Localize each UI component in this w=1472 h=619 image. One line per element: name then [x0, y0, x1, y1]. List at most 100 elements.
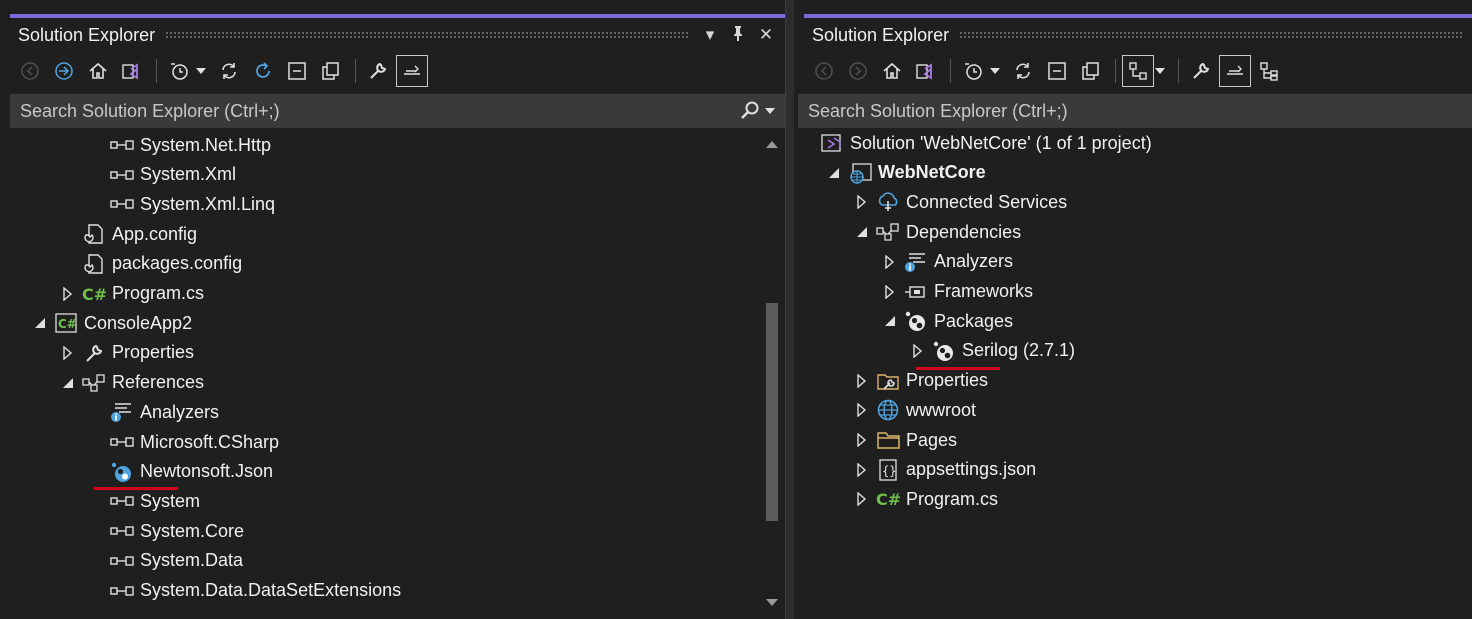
- forward-button[interactable]: [48, 55, 80, 87]
- tree-item[interactable]: {} appsettings.json: [798, 455, 1472, 485]
- drag-grip[interactable]: [959, 31, 1462, 39]
- window-menu-dropdown-icon[interactable]: ▾: [699, 25, 721, 46]
- svg-text:C#: C#: [82, 285, 106, 303]
- references-icon: [82, 372, 106, 394]
- tree-item[interactable]: C# Program.cs: [798, 484, 1472, 514]
- collapsed-arrow-icon[interactable]: [854, 194, 870, 210]
- expanded-arrow-icon[interactable]: [60, 375, 76, 391]
- panel-title-bar[interactable]: Solution Explorer: [804, 14, 1472, 52]
- search-icon[interactable]: [739, 100, 761, 122]
- tree-item[interactable]: Pages: [798, 425, 1472, 455]
- back-button[interactable]: [808, 55, 840, 87]
- expanded-arrow-icon[interactable]: [882, 313, 898, 329]
- switch-views-button[interactable]: [910, 55, 942, 87]
- tree-item[interactable]: Serilog (2.7.1): [798, 336, 1472, 366]
- tree-item[interactable]: System.Xml: [10, 160, 761, 190]
- collapsed-arrow-icon[interactable]: [882, 284, 898, 300]
- no-expander: [88, 404, 104, 420]
- tree-item[interactable]: App.config: [10, 219, 761, 249]
- collapsed-arrow-icon[interactable]: [60, 345, 76, 361]
- chevron-down-icon[interactable]: [191, 55, 211, 87]
- close-icon[interactable]: ✕: [755, 25, 777, 46]
- home-icon[interactable]: [82, 55, 114, 87]
- tree-item[interactable]: Properties: [798, 366, 1472, 396]
- tree-item[interactable]: C# ConsoleApp2: [10, 308, 761, 338]
- tree-item[interactable]: Packages: [798, 306, 1472, 336]
- tree-item[interactable]: System.Data: [10, 546, 761, 576]
- search-input[interactable]: Search Solution Explorer (Ctrl+;): [798, 101, 1472, 122]
- search-input[interactable]: Search Solution Explorer (Ctrl+;): [10, 101, 725, 122]
- analyzers-icon: i: [904, 251, 928, 273]
- sync-icon[interactable]: [213, 55, 245, 87]
- collapsed-arrow-icon[interactable]: [854, 373, 870, 389]
- preview-selected-items-icon[interactable]: [1219, 55, 1251, 87]
- pin-icon[interactable]: [727, 25, 749, 46]
- chevron-down-icon[interactable]: [985, 55, 1005, 87]
- tree-item[interactable]: packages.config: [10, 249, 761, 279]
- tree-item[interactable]: System: [10, 486, 761, 516]
- collapsed-arrow-icon[interactable]: [854, 402, 870, 418]
- class-diagram-icon[interactable]: [1253, 55, 1285, 87]
- expanded-arrow-icon[interactable]: [826, 165, 842, 181]
- show-all-files-icon[interactable]: [315, 55, 347, 87]
- web-project-icon: [848, 162, 872, 184]
- tree-item[interactable]: Solution 'WebNetCore' (1 of 1 project): [798, 131, 1472, 158]
- collapsed-arrow-icon[interactable]: [910, 343, 926, 359]
- tree-item[interactable]: WebNetCore: [798, 158, 1472, 188]
- collapsed-arrow-icon[interactable]: [854, 491, 870, 507]
- back-button[interactable]: [14, 55, 46, 87]
- no-expander: [88, 493, 104, 509]
- svg-text:C#: C#: [58, 317, 77, 331]
- tree-item-label: References: [112, 372, 205, 393]
- tree-item[interactable]: i Analyzers: [10, 397, 761, 427]
- tree-item[interactable]: i Analyzers: [798, 247, 1472, 277]
- chevron-down-icon[interactable]: [765, 108, 775, 114]
- expanded-arrow-icon[interactable]: [854, 224, 870, 240]
- tree-item[interactable]: System.Net.Http: [10, 131, 761, 160]
- tree-item-label: Analyzers: [140, 401, 220, 422]
- package-icon: [904, 310, 928, 332]
- vertical-scrollbar[interactable]: [763, 131, 781, 619]
- tree-item[interactable]: Connected Services: [798, 187, 1472, 217]
- collapse-all-icon[interactable]: [1041, 55, 1073, 87]
- refresh-icon[interactable]: [247, 55, 279, 87]
- tree-item[interactable]: C# Program.cs: [10, 279, 761, 309]
- expanded-arrow-icon[interactable]: [32, 315, 48, 331]
- framework-icon: [904, 281, 928, 303]
- collapsed-arrow-icon[interactable]: [854, 462, 870, 478]
- search-bar[interactable]: Search Solution Explorer (Ctrl+;): [10, 94, 785, 128]
- tree-item[interactable]: References: [10, 368, 761, 398]
- chevron-down-icon[interactable]: [1150, 55, 1170, 87]
- collapse-all-icon[interactable]: [281, 55, 313, 87]
- tree-item[interactable]: System.Core: [10, 516, 761, 546]
- tree-item[interactable]: Microsoft.CSharp: [10, 427, 761, 457]
- scrollbar-thumb[interactable]: [766, 303, 778, 521]
- package-icon: [932, 340, 956, 362]
- show-all-files-icon[interactable]: [1075, 55, 1107, 87]
- properties-wrench-icon[interactable]: [1185, 55, 1217, 87]
- tree-item[interactable]: System.Data.DataSetExtensions: [10, 576, 761, 606]
- collapsed-arrow-icon[interactable]: [60, 286, 76, 302]
- tree-item-label: Packages: [934, 310, 1014, 331]
- scroll-up-icon[interactable]: [765, 137, 779, 151]
- drag-grip[interactable]: [165, 31, 689, 39]
- panel-title-bar[interactable]: Solution Explorer ▾ ✕: [10, 14, 785, 52]
- properties-wrench-icon[interactable]: [362, 55, 394, 87]
- scroll-down-icon[interactable]: [765, 595, 779, 609]
- search-bar[interactable]: Search Solution Explorer (Ctrl+;): [798, 94, 1472, 128]
- switch-views-button[interactable]: [116, 55, 148, 87]
- tree-item[interactable]: Newtonsoft.Json: [10, 457, 761, 487]
- tree-item[interactable]: System.Xml.Linq: [10, 189, 761, 219]
- collapsed-arrow-icon[interactable]: [854, 432, 870, 448]
- home-icon[interactable]: [876, 55, 908, 87]
- reference-icon: [110, 431, 134, 453]
- forward-button[interactable]: [842, 55, 874, 87]
- tree-item[interactable]: Frameworks: [798, 277, 1472, 307]
- sync-icon[interactable]: [1007, 55, 1039, 87]
- preview-selected-items-icon[interactable]: [396, 55, 428, 87]
- tree-item[interactable]: Properties: [10, 338, 761, 368]
- tree-item[interactable]: wwwroot: [798, 395, 1472, 425]
- collapsed-arrow-icon[interactable]: [882, 254, 898, 270]
- toolbar: [10, 52, 785, 90]
- tree-item[interactable]: Dependencies: [798, 217, 1472, 247]
